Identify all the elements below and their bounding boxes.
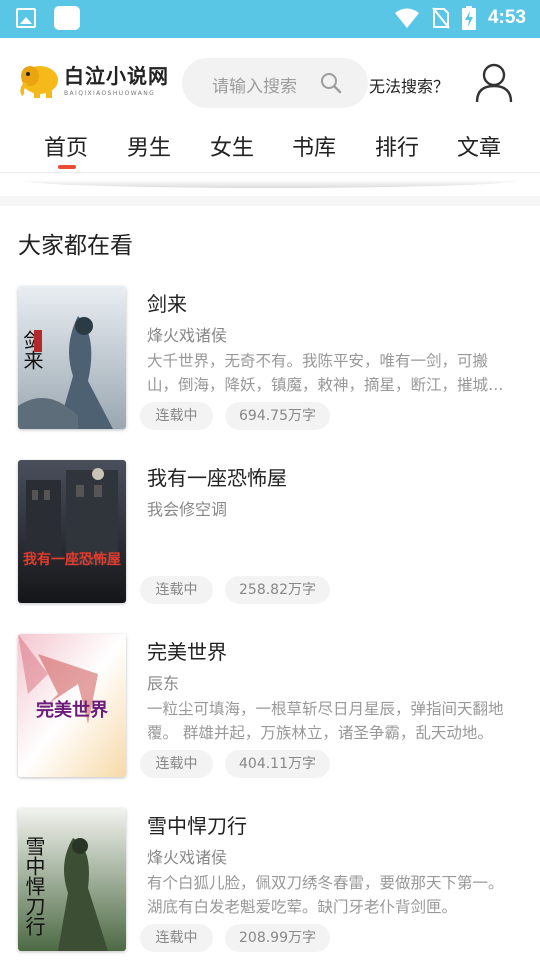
book-cover[interactable]: 完美世界 xyxy=(18,634,126,777)
book-title[interactable]: 剑来 xyxy=(147,288,187,317)
book-description: 大千世界，无奇不有。我陈平安，唯有一剑，可搬山，倒海，降妖，镇魔，敕神，摘星，断… xyxy=(147,352,504,394)
book-author: 烽火戏诸侯 xyxy=(147,848,228,867)
tab-articles[interactable]: 文章 xyxy=(457,130,501,162)
status-badge: 连载中 xyxy=(140,924,213,952)
cover-title-text: 我有一座恐怖屋 xyxy=(23,551,121,568)
status-badge: 连载中 xyxy=(140,750,213,778)
tab-male[interactable]: 男生 xyxy=(127,130,171,162)
status-bar: 4:53 xyxy=(0,0,540,38)
elephant-logo-icon xyxy=(20,66,58,98)
battery-charging-icon xyxy=(461,6,476,30)
book-description: 有个白狐儿脸，佩双刀绣冬春雷，要做那天下第一。湖底有白发老魁爱吃荤。缺门牙老仆背… xyxy=(147,874,504,916)
site-logo[interactable]: 白泣小说网 BAIQIXIAOSHUOWANG xyxy=(16,64,169,98)
book-list-item[interactable]: 完美世界 完美世界 辰东 一粒尘可填海，一根草斩尽日月星辰，弹指间天翻地覆。 群… xyxy=(0,634,540,784)
logo-title: 白泣小说网 xyxy=(64,64,169,88)
word-count-badge: 208.99万字 xyxy=(225,924,330,952)
app-header: 白泣小说网 BAIQIXIAOSHUOWANG 请输入搜索 无法搜索？ xyxy=(0,38,540,130)
book-title[interactable]: 雪中悍刀行 xyxy=(147,810,247,839)
book-cover[interactable]: 我有一座恐怖屋 xyxy=(18,460,126,603)
section-divider xyxy=(0,196,540,206)
category-tabs: 首页 男生 女生 书库 排行 文章 xyxy=(0,130,540,173)
word-count-badge: 258.82万字 xyxy=(225,576,330,604)
book-author: 辰东 xyxy=(147,674,180,693)
status-badge: 连载中 xyxy=(140,402,213,430)
book-description: 一粒尘可填海，一根草斩尽日月星辰，弹指间天翻地覆。 群雄并起，万族林立，诸圣争霸… xyxy=(147,700,504,742)
tab-home[interactable]: 首页 xyxy=(44,130,88,162)
cant-search-link[interactable]: 无法搜索？ xyxy=(369,73,449,97)
logo-subtitle: BAIQIXIAOSHUOWANG xyxy=(64,90,156,97)
book-list-item[interactable]: 剑来 剑来 烽火戏诸侯 大千世界，无奇不有。我陈平安，唯有一剑，可搬山，倒海，降… xyxy=(0,286,540,436)
no-sim-icon xyxy=(432,7,450,29)
tab-library[interactable]: 书库 xyxy=(292,130,336,162)
book-list-item[interactable]: 雪中悍刀行 雪中悍刀行 烽火戏诸侯 有个白狐儿脸，佩双刀绣冬春雷，要做那天下第一… xyxy=(0,808,540,958)
clock: 4:53 xyxy=(487,7,526,28)
book-cover[interactable]: 剑来 xyxy=(18,286,126,429)
active-tab-indicator xyxy=(58,165,76,169)
section-title: 大家都在看 xyxy=(18,233,133,259)
book-cover[interactable]: 雪中悍刀行 xyxy=(18,808,126,951)
app-notification-icon xyxy=(54,6,80,30)
user-profile-icon[interactable] xyxy=(474,62,514,104)
book-title[interactable]: 完美世界 xyxy=(147,636,227,665)
search-box[interactable]: 请输入搜索 xyxy=(182,58,368,108)
cover-title-text: 雪中悍刀行 xyxy=(22,836,46,936)
banner-carousel[interactable] xyxy=(18,180,522,188)
word-count-badge: 694.75万字 xyxy=(225,402,330,430)
word-count-badge: 404.11万字 xyxy=(225,750,330,778)
book-author: 烽火戏诸侯 xyxy=(147,326,228,345)
tab-female[interactable]: 女生 xyxy=(210,130,254,162)
status-badge: 连载中 xyxy=(140,576,213,604)
book-author: 我会修空调 xyxy=(147,500,228,519)
image-notification-icon xyxy=(16,8,36,28)
wifi-icon xyxy=(394,8,419,28)
search-input[interactable]: 请输入搜索 xyxy=(212,72,307,97)
tab-ranking[interactable]: 排行 xyxy=(375,130,419,162)
search-icon[interactable] xyxy=(320,72,342,94)
book-title[interactable]: 我有一座恐怖屋 xyxy=(147,462,287,491)
cover-title-text: 完美世界 xyxy=(36,699,108,721)
book-list-item[interactable]: 我有一座恐怖屋 我有一座恐怖屋 我会修空调 连载中 258.82万字 xyxy=(0,460,540,610)
